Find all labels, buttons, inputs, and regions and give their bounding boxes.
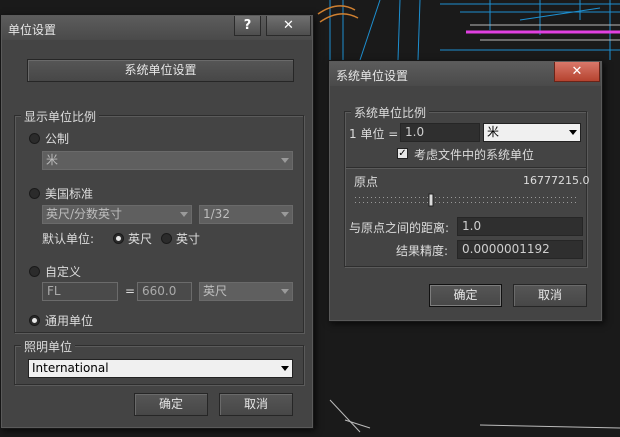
origin-label: 原点 [354, 175, 379, 189]
close-button[interactable]: ✕ [266, 16, 311, 36]
us-standard-radio[interactable] [29, 188, 40, 199]
cancel-button[interactable]: 取消 [219, 393, 293, 416]
unit-setup-titlebar: 单位设置 ? ✕ [2, 16, 312, 40]
slider-track-ticks [355, 193, 576, 207]
lighting-units-group: 照明单位 International [14, 338, 304, 385]
chevron-down-icon [180, 212, 188, 217]
close-icon: ✕ [283, 18, 294, 33]
chevron-down-icon [281, 158, 289, 163]
display-scale-title: 显示单位比例 [21, 108, 100, 125]
precision-field[interactable]: 0.0000001192 [457, 240, 583, 259]
fraction-dropdown[interactable]: 1/32 [199, 205, 293, 224]
help-button[interactable]: ? [234, 16, 261, 36]
us-unit-value: 英尺/分数英寸 [46, 207, 123, 221]
us-unit-dropdown[interactable]: 英尺/分数英寸 [42, 205, 192, 224]
custom-radio[interactable] [29, 266, 40, 277]
system-unit-setup-dialog: 系统单位设置 ✕ 系统单位比例 1 单位 = 1.0 米 ✓ 考虑文件中的系统单… [328, 60, 603, 322]
generic-label: 通用单位 [45, 314, 94, 328]
help-icon: ? [243, 18, 252, 33]
respect-system-units-label: 考虑文件中的系统单位 [414, 148, 535, 162]
origin-divider [346, 167, 586, 169]
distance-label: 与原点之间的距离: [349, 221, 450, 235]
us-standard-label: 美国标准 [45, 187, 94, 201]
lighting-units-title: 照明单位 [21, 338, 76, 355]
feet-label: 英尺 [128, 232, 153, 246]
custom-equals: = [125, 284, 136, 298]
metric-label: 公制 [45, 132, 70, 146]
close-button[interactable]: ✕ [554, 62, 600, 82]
unit-setup-title: 单位设置 [8, 23, 57, 37]
custom-name-field[interactable]: FL [42, 282, 118, 301]
unit-prefix-label: 1 单位 = [349, 127, 399, 141]
unit-scale-input[interactable]: 1.0 [400, 123, 480, 142]
system-unit-scale-group: 系统单位比例 1 单位 = 1.0 米 ✓ 考虑文件中的系统单位 原点 1677… [344, 104, 590, 267]
ok-button[interactable]: 确定 [429, 284, 502, 307]
custom-unit-value: 英尺 [203, 284, 228, 298]
distance-field[interactable]: 1.0 [457, 217, 583, 236]
fraction-value: 1/32 [203, 207, 230, 221]
metric-unit-dropdown[interactable]: 米 [42, 151, 293, 170]
system-unit-setup-titlebar: 系统单位设置 ✕ [330, 62, 601, 86]
origin-value: 16777215.0 [523, 174, 590, 187]
feet-radio[interactable] [113, 233, 124, 244]
cancel-button[interactable]: 取消 [513, 284, 587, 307]
system-unit-dropdown[interactable]: 米 [483, 123, 581, 142]
system-unit-scale-title: 系统单位比例 [351, 104, 430, 121]
ok-button[interactable]: 确定 [134, 393, 208, 416]
unit-setup-dialog: 单位设置 ? ✕ 系统单位设置 显示单位比例 公制 米 美国标准 英尺/分数英寸… [0, 14, 314, 429]
system-unit-value: 米 [487, 125, 500, 139]
chevron-down-icon [281, 212, 289, 217]
custom-label: 自定义 [45, 265, 82, 279]
respect-system-units-checkbox[interactable]: ✓ [397, 148, 408, 159]
origin-slider[interactable] [355, 192, 577, 208]
lighting-units-dropdown[interactable]: International [28, 359, 293, 378]
metric-radio[interactable] [29, 133, 40, 144]
close-icon: ✕ [571, 64, 583, 79]
metric-unit-value: 米 [46, 153, 59, 167]
chevron-down-icon [281, 289, 289, 294]
default-unit-label: 默认单位: [42, 232, 95, 246]
lighting-units-value: International [32, 361, 109, 375]
inches-radio[interactable] [161, 233, 172, 244]
system-unit-setup-button[interactable]: 系统单位设置 [27, 59, 294, 82]
custom-unit-dropdown[interactable]: 英尺 [199, 282, 293, 301]
generic-radio[interactable] [29, 315, 40, 326]
chevron-down-icon [569, 130, 577, 135]
custom-amount-field[interactable]: 660.0 [137, 282, 192, 301]
inches-label: 英寸 [176, 232, 201, 246]
chevron-down-icon [281, 366, 289, 371]
precision-label: 结果精度: [396, 244, 449, 258]
display-scale-group: 显示单位比例 公制 米 美国标准 英尺/分数英寸 1/32 默认单位: 英尺 英… [14, 108, 304, 333]
system-unit-setup-title: 系统单位设置 [336, 69, 409, 83]
